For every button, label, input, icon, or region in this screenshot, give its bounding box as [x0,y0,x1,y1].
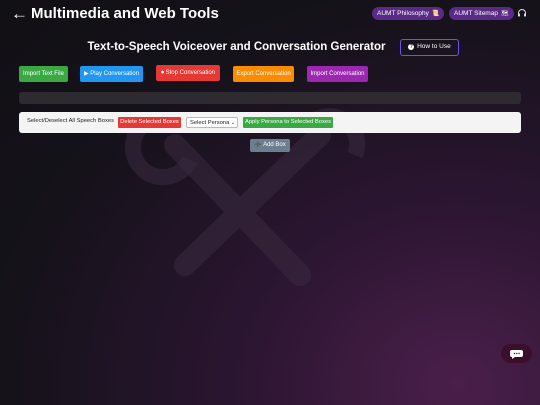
add-box-label: Add Box [263,142,286,148]
import-conversation-button[interactable]: Import Conversation [307,66,368,82]
site-title: Multimedia and Web Tools [31,5,219,22]
question-icon: ? [408,44,415,50]
persona-select[interactable]: Select Persona ⌄ [186,117,238,128]
chevron-down-icon: ⌄ [230,120,235,126]
top-bar: ← Multimedia and Web Tools AUMT Philosop… [0,0,540,28]
back-arrow-icon[interactable]: ← [11,5,28,23]
aumt-philosophy-button[interactable]: AUMT Philosophy 📜 [372,7,445,20]
import-text-file-button[interactable]: Import Text File [19,66,68,82]
add-box-button[interactable]: ➕ Add Box [250,139,290,152]
plus-icon: ➕ [254,142,264,148]
stop-conversation-button[interactable]: ⏺ Stop Conversation [156,65,220,81]
how-to-use-label: How to Use [417,43,451,50]
scroll-icon: 📜 [431,11,440,17]
select-all-toggle[interactable]: Select/Deselect All Speech Boxes [27,118,114,124]
tools-watermark-icon [124,108,366,286]
chat-button[interactable] [501,344,532,363]
chat-bubble-icon [510,350,523,359]
sitemap-icon: 🗺 [500,11,509,17]
export-conversation-button[interactable]: Export Conversation [233,66,294,82]
play-conversation-label: Play Conversation [90,71,139,77]
stop-conversation-label: Stop Conversation [165,70,216,76]
how-to-use-button[interactable]: ? How to Use [400,39,459,56]
persona-select-value: Select Persona [190,120,230,126]
progress-bar [19,92,521,104]
aumt-sitemap-button[interactable]: AUMT Sitemap 🗺 [449,7,514,20]
aumt-sitemap-label: AUMT Sitemap [454,10,498,17]
delete-selected-button[interactable]: Delete Selected Boxes [118,117,181,128]
headphones-icon[interactable] [517,8,527,18]
apply-persona-button[interactable]: Apply Persona to Selected Boxes [243,117,333,128]
play-conversation-button[interactable]: ▶ Play Conversation [80,66,143,82]
aumt-philosophy-label: AUMT Philosophy [377,10,429,17]
selection-toolbar: Select/Deselect All Speech Boxes Delete … [19,112,521,133]
